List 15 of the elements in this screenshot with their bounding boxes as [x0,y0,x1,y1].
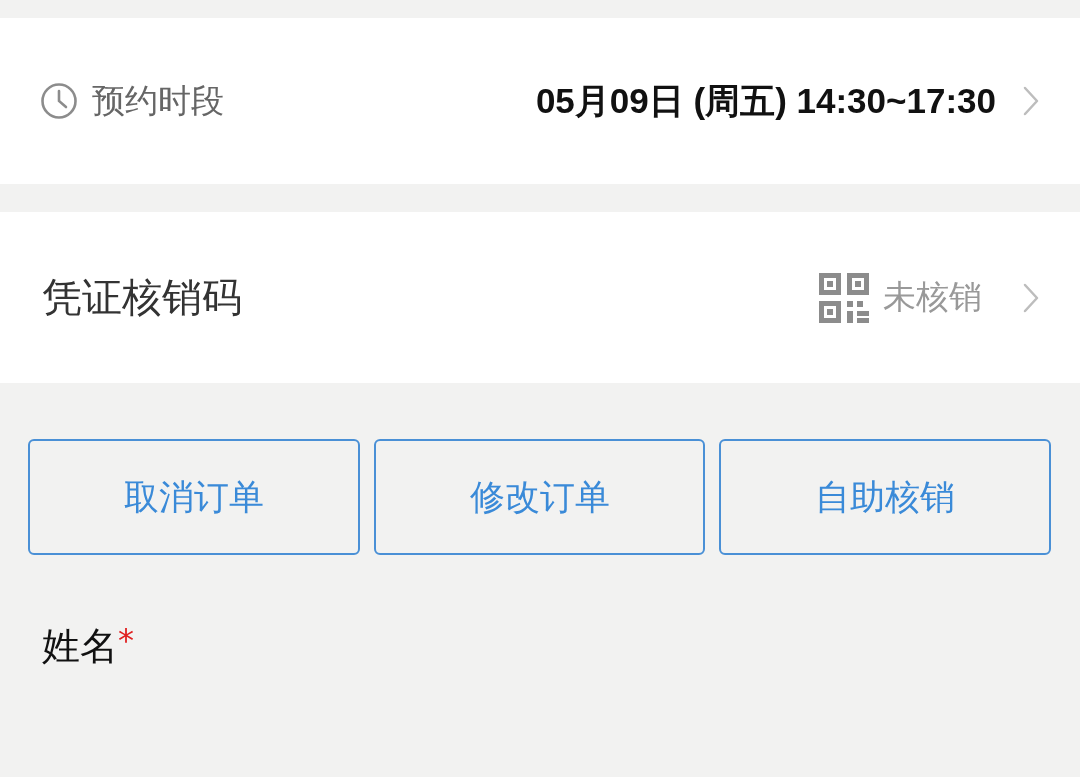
required-mark: * [118,621,134,659]
action-button[interactable]: 修改订单 [374,439,705,555]
verification-status: 未核销 [883,276,982,318]
qr-code-icon [819,272,869,323]
chevron-right-icon [1022,281,1040,314]
field-label: 姓名 [42,624,118,668]
chevron-right-icon [1022,85,1040,117]
action-button[interactable]: 自助核销 [719,439,1051,555]
action-button[interactable]: 取消订单 [28,439,360,555]
row-label: 预约时段 [92,79,224,122]
appointment-time: 05月09日 (周五) 14:30~17:30 [535,79,996,122]
clock-icon [40,82,78,120]
voucher-row[interactable]: 凭证核销码 未核销 [0,212,1080,383]
appointment-row[interactable]: 预约时段 05月09日 (周五) 14:30~17:30 [0,18,1080,184]
row-label: 凭证核销码 [42,273,242,322]
